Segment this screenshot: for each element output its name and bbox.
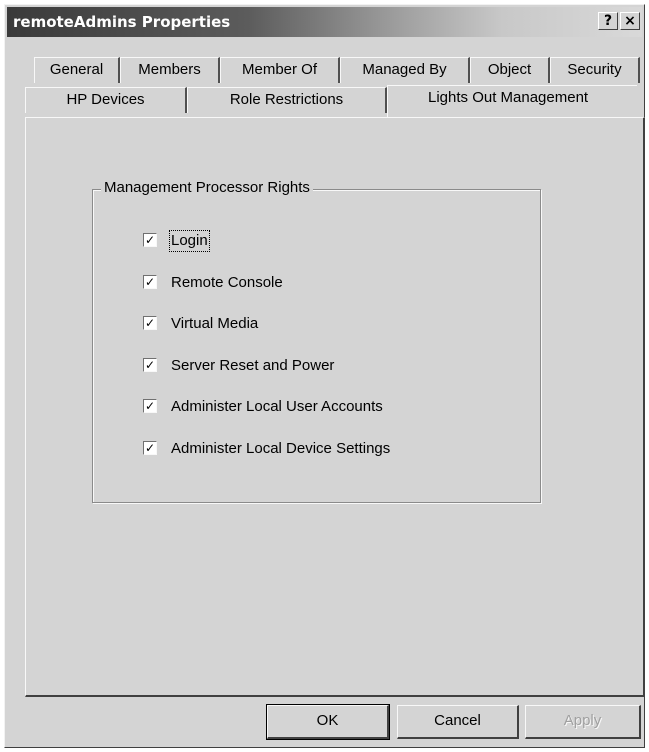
tab-panel: Management Processor Rights ✓ Login ✓ Re… [25, 117, 645, 697]
tab-hp-devices[interactable]: HP Devices [25, 87, 187, 113]
properties-dialog: remoteAdmins Properties ? × General Memb… [4, 4, 645, 748]
tab-member-of[interactable]: Member Of [220, 57, 340, 83]
check-mark-icon[interactable]: ✓ [143, 358, 157, 372]
tab-object[interactable]: Object [470, 57, 550, 83]
tab-security[interactable]: Security [550, 57, 640, 83]
tab-general[interactable]: General [34, 57, 120, 83]
window-title: remoteAdmins Properties [13, 13, 231, 31]
ok-button[interactable]: OK [266, 704, 390, 740]
title-bar[interactable]: remoteAdmins Properties ? × [7, 7, 642, 37]
tab-managed-by[interactable]: Managed By [340, 57, 470, 83]
close-button[interactable]: × [620, 12, 640, 30]
check-mark-icon[interactable]: ✓ [143, 316, 157, 330]
check-mark-icon[interactable]: ✓ [143, 233, 157, 247]
tab-role-restrictions[interactable]: Role Restrictions [187, 87, 387, 113]
group-label: Management Processor Rights [101, 179, 313, 197]
virtual-media-label[interactable]: Virtual Media [171, 315, 258, 333]
apply-button[interactable]: Apply [525, 705, 641, 739]
remote-console-label[interactable]: Remote Console [171, 274, 283, 292]
management-processor-rights-group: Management Processor Rights ✓ Login ✓ Re… [92, 179, 541, 503]
server-reset-label[interactable]: Server Reset and Power [171, 357, 334, 375]
help-button[interactable]: ? [598, 12, 618, 30]
local-device-settings-label[interactable]: Administer Local Device Settings [171, 440, 390, 458]
local-user-accounts-label[interactable]: Administer Local User Accounts [171, 398, 383, 416]
check-mark-icon[interactable]: ✓ [143, 399, 157, 413]
check-mark-icon[interactable]: ✓ [143, 441, 157, 455]
tab-lights-out-management[interactable]: Lights Out Management [387, 85, 637, 117]
tab-members[interactable]: Members [120, 57, 220, 83]
login-label[interactable]: Login [169, 230, 210, 252]
cancel-button[interactable]: Cancel [397, 705, 519, 739]
check-mark-icon[interactable]: ✓ [143, 275, 157, 289]
